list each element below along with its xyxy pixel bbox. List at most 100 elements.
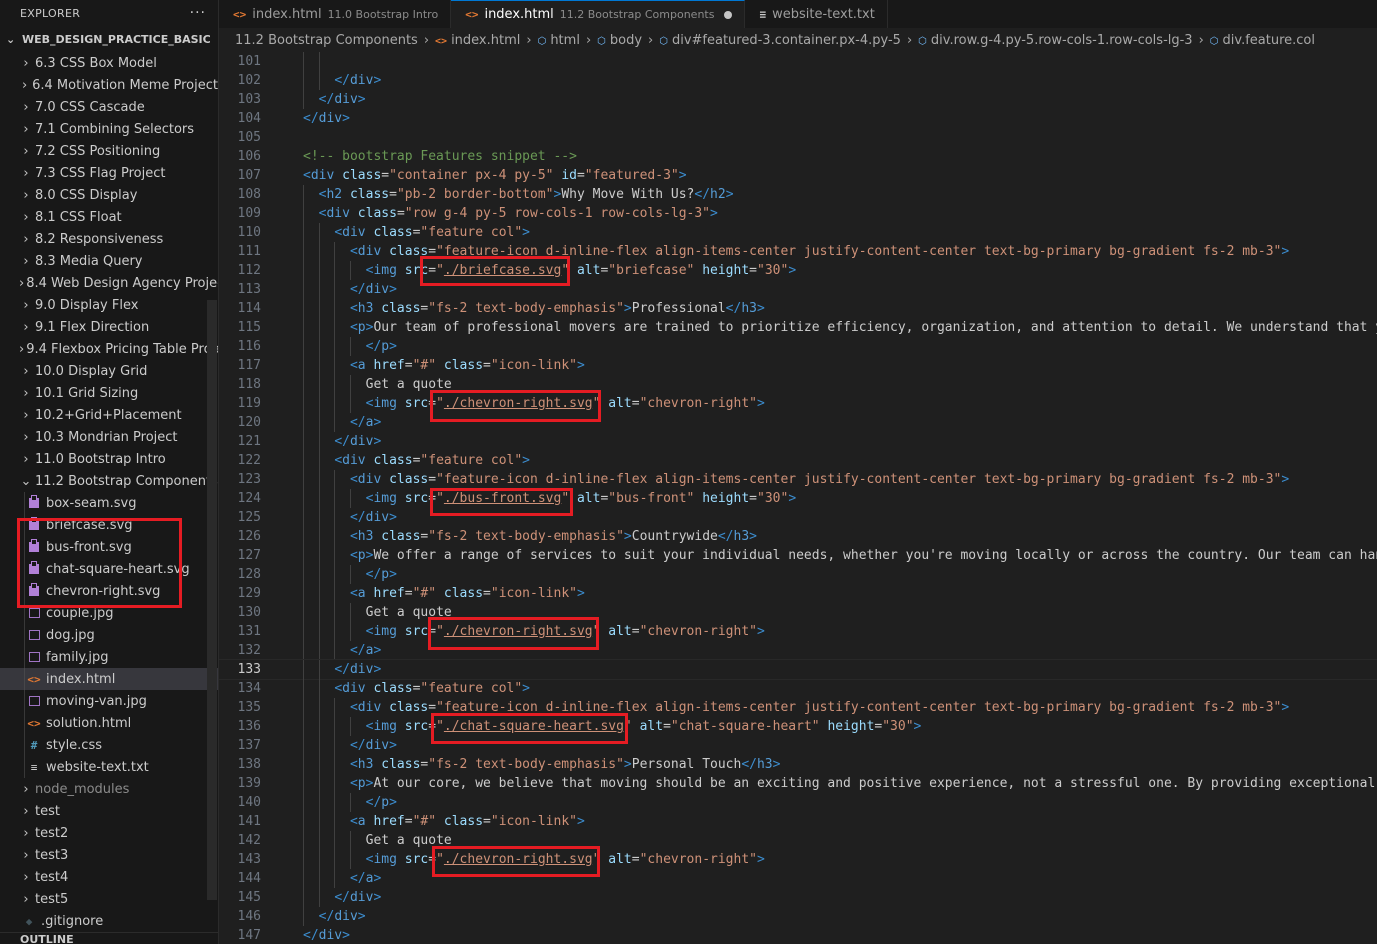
- tab-3[interactable]: ≡ website-text.txt: [745, 0, 888, 28]
- folder-item[interactable]: › 7.2 CSS Positioning: [0, 140, 218, 162]
- file-item[interactable]: moving-van.jpg: [0, 690, 218, 712]
- folder-item[interactable]: › test3: [0, 844, 218, 866]
- ellipsis-icon[interactable]: ···: [190, 5, 206, 21]
- code-line[interactable]: 118 Get a quote: [219, 375, 1377, 394]
- code-line[interactable]: 140 </p>: [219, 793, 1377, 812]
- code-line[interactable]: 132 </a>: [219, 641, 1377, 660]
- folder-item[interactable]: › 10.2+Grid+Placement: [0, 404, 218, 426]
- code-line[interactable]: 124 <img src="./bus-front.svg" alt="bus-…: [219, 489, 1377, 508]
- code-line[interactable]: 103 </div>: [219, 90, 1377, 109]
- code-line[interactable]: 144 </a>: [219, 869, 1377, 888]
- file-item[interactable]: family.jpg: [0, 646, 218, 668]
- code-line[interactable]: 106 <!-- bootstrap Features snippet -->: [219, 147, 1377, 166]
- code-line[interactable]: 122 <div class="feature col">: [219, 451, 1377, 470]
- file-item[interactable]: bus-front.svg: [0, 536, 218, 558]
- breadcrumb-item[interactable]: ⬡ div.feature.col: [1210, 33, 1315, 48]
- file-item[interactable]: # style.css: [0, 734, 218, 756]
- code-line[interactable]: 121 </div>: [219, 432, 1377, 451]
- file-item[interactable]: <> solution.html: [0, 712, 218, 734]
- file-item[interactable]: couple.jpg: [0, 602, 218, 624]
- code-line[interactable]: 116 </p>: [219, 337, 1377, 356]
- code-line[interactable]: 123 <div class="feature-icon d-inline-fl…: [219, 470, 1377, 489]
- code-line[interactable]: 131 <img src="./chevron-right.svg" alt="…: [219, 622, 1377, 641]
- code-line[interactable]: 105: [219, 128, 1377, 147]
- folder-item[interactable]: › test2: [0, 822, 218, 844]
- workspace-root[interactable]: ⌄ WEB_DESIGN_PRACTICE_BASIC: [0, 26, 218, 52]
- code-line[interactable]: 133 </div>: [219, 659, 1377, 680]
- code-line[interactable]: 145 </div>: [219, 888, 1377, 907]
- file-item[interactable]: ◆ .gitignore: [0, 910, 218, 932]
- code-line[interactable]: 142 Get a quote: [219, 831, 1377, 850]
- folder-item[interactable]: › 8.4 Web Design Agency Project: [0, 272, 218, 294]
- breadcrumb-item[interactable]: 11.2 Bootstrap Components: [235, 33, 418, 48]
- code-line[interactable]: 120 </a>: [219, 413, 1377, 432]
- code-line[interactable]: 130 Get a quote: [219, 603, 1377, 622]
- code-line[interactable]: 147 </div>: [219, 926, 1377, 944]
- code-line[interactable]: 113 </div>: [219, 280, 1377, 299]
- breadcrumb-item[interactable]: ⬡ body: [597, 33, 642, 48]
- code-line[interactable]: 108 <h2 class="pb-2 border-bottom">Why M…: [219, 185, 1377, 204]
- file-item[interactable]: chevron-right.svg: [0, 580, 218, 602]
- code-line[interactable]: 110 <div class="feature col">: [219, 223, 1377, 242]
- folder-item[interactable]: › 7.0 CSS Cascade: [0, 96, 218, 118]
- folder-item[interactable]: › 10.3 Mondrian Project: [0, 426, 218, 448]
- file-item[interactable]: dog.jpg: [0, 624, 218, 646]
- code-line[interactable]: 102 </div>: [219, 71, 1377, 90]
- folder-item[interactable]: › 9.0 Display Flex: [0, 294, 218, 316]
- folder-item[interactable]: › 10.1 Grid Sizing: [0, 382, 218, 404]
- tab-1[interactable]: <> index.html 11.0 Bootstrap Intro: [219, 0, 452, 28]
- folder-item[interactable]: › 8.0 CSS Display: [0, 184, 218, 206]
- code-line[interactable]: 112 <img src="./briefcase.svg" alt="brie…: [219, 261, 1377, 280]
- folder-item[interactable]: › 6.3 CSS Box Model: [0, 52, 218, 74]
- code-line[interactable]: 146 </div>: [219, 907, 1377, 926]
- sidebar-scrollbar[interactable]: [207, 300, 217, 900]
- code-line[interactable]: 137 </div>: [219, 736, 1377, 755]
- code-editor[interactable]: 101 102 </div> 103 </div> 104 </div> 105 106 <…: [219, 52, 1377, 944]
- folder-item[interactable]: › test4: [0, 866, 218, 888]
- code-line[interactable]: 109 <div class="row g-4 py-5 row-cols-1 …: [219, 204, 1377, 223]
- file-item[interactable]: briefcase.svg: [0, 514, 218, 536]
- folder-item[interactable]: › 9.1 Flex Direction: [0, 316, 218, 338]
- code-line[interactable]: 138 <h3 class="fs-2 text-body-emphasis">…: [219, 755, 1377, 774]
- code-line[interactable]: 101: [219, 52, 1377, 71]
- code-line[interactable]: 143 <img src="./chevron-right.svg" alt="…: [219, 850, 1377, 869]
- code-line[interactable]: 129 <a href="#" class="icon-link">: [219, 584, 1377, 603]
- folder-item[interactable]: › test5: [0, 888, 218, 910]
- code-line[interactable]: 135 <div class="feature-icon d-inline-fl…: [219, 698, 1377, 717]
- breadcrumb-item[interactable]: <> index.html: [435, 33, 520, 48]
- file-item[interactable]: box-seam.svg: [0, 492, 218, 514]
- breadcrumb-item[interactable]: ⬡ div.row.g-4.py-5.row-cols-1.row-cols-lg…: [918, 33, 1192, 48]
- outline-section-header[interactable]: OUTLINE: [0, 932, 218, 944]
- code-line[interactable]: 134 <div class="feature col">: [219, 679, 1377, 698]
- unsaved-dot-icon[interactable]: [724, 10, 733, 19]
- folder-item[interactable]: › 7.1 Combining Selectors: [0, 118, 218, 140]
- code-line[interactable]: 114 <h3 class="fs-2 text-body-emphasis">…: [219, 299, 1377, 318]
- code-line[interactable]: 139 <p>At our core, we believe that movi…: [219, 774, 1377, 793]
- folder-item[interactable]: › 9.4 Flexbox Pricing Table Project: [0, 338, 218, 360]
- folder-item[interactable]: › 11.0 Bootstrap Intro: [0, 448, 218, 470]
- code-line[interactable]: 126 <h3 class="fs-2 text-body-emphasis">…: [219, 527, 1377, 546]
- folder-item[interactable]: › 8.1 CSS Float: [0, 206, 218, 228]
- code-line[interactable]: 127 <p>We offer a range of services to s…: [219, 546, 1377, 565]
- folder-item[interactable]: › test: [0, 800, 218, 822]
- folder-item[interactable]: › 7.3 CSS Flag Project: [0, 162, 218, 184]
- code-line[interactable]: 119 <img src="./chevron-right.svg" alt="…: [219, 394, 1377, 413]
- code-line[interactable]: 107 <div class="container px-4 py-5" id="…: [219, 166, 1377, 185]
- file-item[interactable]: chat-square-heart.svg: [0, 558, 218, 580]
- file-item[interactable]: ≡ website-text.txt: [0, 756, 218, 778]
- breadcrumb-item[interactable]: ⬡ html: [538, 33, 580, 48]
- tab-2[interactable]: <> index.html 11.2 Bootstrap Components: [451, 0, 746, 28]
- folder-item[interactable]: › 8.2 Responsiveness: [0, 228, 218, 250]
- folder-item[interactable]: › 6.4 Motivation Meme Project: [0, 74, 218, 96]
- code-line[interactable]: 128 </p>: [219, 565, 1377, 584]
- folder-item[interactable]: › 10.0 Display Grid: [0, 360, 218, 382]
- folder-item[interactable]: › node_modules: [0, 778, 218, 800]
- code-line[interactable]: 104 </div>: [219, 109, 1377, 128]
- code-line[interactable]: 136 <img src="./chat-square-heart.svg" a…: [219, 717, 1377, 736]
- folder-item[interactable]: ⌄ 11.2 Bootstrap Components: [0, 470, 218, 492]
- code-line[interactable]: 117 <a href="#" class="icon-link">: [219, 356, 1377, 375]
- code-line[interactable]: 141 <a href="#" class="icon-link">: [219, 812, 1377, 831]
- code-line[interactable]: 111 <div class="feature-icon d-inline-fl…: [219, 242, 1377, 261]
- breadcrumb-item[interactable]: ⬡ div#featured-3.container.px-4.py-5: [659, 33, 901, 48]
- code-line[interactable]: 115 <p>Our team of professional movers a…: [219, 318, 1377, 337]
